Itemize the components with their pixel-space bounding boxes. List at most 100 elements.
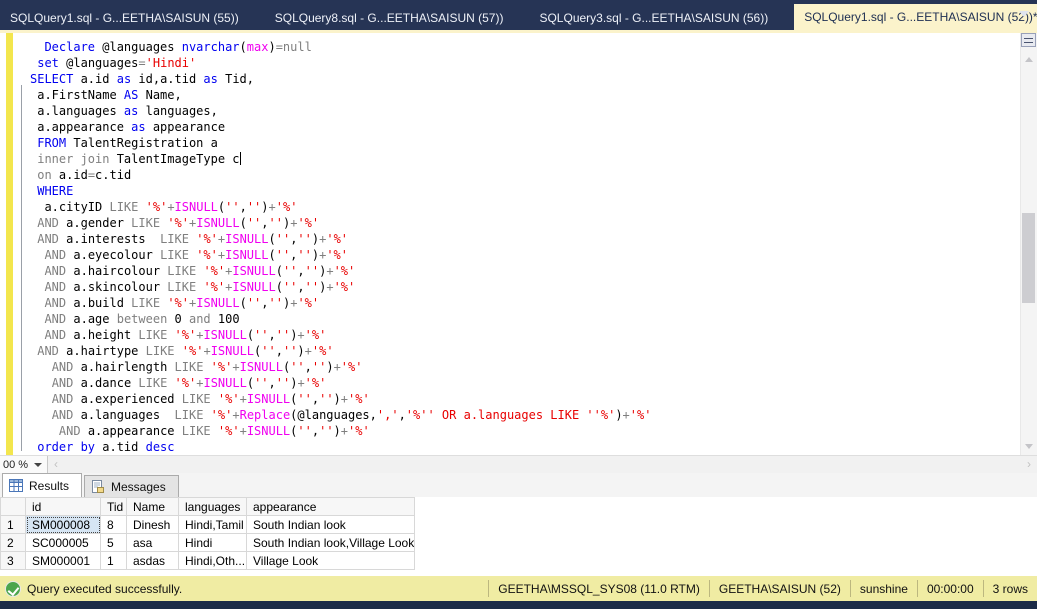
- scroll-right-icon[interactable]: ›: [1027, 457, 1031, 471]
- text-cursor: [239, 152, 241, 165]
- row-number-cell[interactable]: 1: [0, 515, 26, 534]
- code-line-11[interactable]: a.cityID LIKE '%'+ISNULL('','')+'%': [30, 199, 1019, 215]
- code-line-14[interactable]: AND a.eyecolour LIKE '%'+ISNULL('','')+'…: [30, 247, 1019, 263]
- column-header-id[interactable]: id: [25, 497, 101, 516]
- status-bar: Query executed successfully. GEETHA\MSSQ…: [0, 576, 1037, 601]
- code-line-8[interactable]: inner join TalentImageType c: [30, 151, 1019, 167]
- code-line-18[interactable]: AND a.age between 0 and 100: [30, 311, 1019, 327]
- document-tab-4[interactable]: SQLQuery1.sql - G...EETHA\SAISUN (52))*×: [794, 4, 1037, 30]
- code-line-15[interactable]: AND a.haircolour LIKE '%'+ISNULL('','')+…: [30, 263, 1019, 279]
- scroll-left-icon[interactable]: ‹: [54, 457, 58, 471]
- code-line-1[interactable]: Declare @languages nvarchar(max)=null: [30, 39, 1019, 55]
- window-bottom-strip: [0, 601, 1037, 609]
- document-tab-label: SQLQuery1.sql - G...EETHA\SAISUN (52))*: [804, 10, 1037, 24]
- document-tab-1[interactable]: SQLQuery1.sql - G...EETHA\SAISUN (55)): [0, 6, 249, 30]
- status-message: Query executed successfully.: [27, 581, 183, 596]
- scrollbar-thumb[interactable]: [1022, 213, 1035, 303]
- grid-cell[interactable]: Hindi,Tamil: [178, 515, 247, 534]
- grid-cell[interactable]: SC000005: [25, 533, 101, 552]
- status-right-group: GEETHA\MSSQL_SYS08 (11.0 RTM) GEETHA\SAIS…: [488, 576, 1037, 601]
- column-header-appearance[interactable]: appearance: [245, 497, 416, 516]
- code-line-16[interactable]: AND a.skincolour LIKE '%'+ISNULL('','')+…: [30, 279, 1019, 295]
- document-tab-label: SQLQuery1.sql - G...EETHA\SAISUN (55)): [10, 11, 239, 25]
- results-pane-tab-results[interactable]: Results: [2, 473, 83, 497]
- status-item-5: 3 rows: [982, 579, 1037, 598]
- messages-icon: [91, 479, 105, 494]
- document-tab-label: SQLQuery8.sql - G...EETHA\SAISUN (57)): [274, 11, 504, 25]
- results-grid-icon: [9, 479, 23, 492]
- code-line-2[interactable]: set @languages='Hindi': [30, 55, 1019, 71]
- grid-cell[interactable]: South Indian look,Village Look: [245, 533, 416, 552]
- grid-cell[interactable]: South Indian look: [245, 515, 416, 534]
- code-line-25[interactable]: AND a.appearance LIKE '%'+ISNULL('','')+…: [30, 423, 1019, 439]
- code-line-23[interactable]: AND a.experienced LIKE '%'+ISNULL('','')…: [30, 391, 1019, 407]
- code-line-17[interactable]: AND a.build LIKE '%'+ISNULL('','')+'%': [30, 295, 1019, 311]
- splitter-handle-icon[interactable]: [1021, 33, 1036, 47]
- table-row: 3 SM000001 1 asdas Hindi,Oth... Village Look: [0, 551, 416, 570]
- results-grid-area: id Tid Name languages appearance 1 SM000008 8 Di…: [0, 497, 1037, 576]
- code-line-22[interactable]: AND a.dance LIKE '%'+ISNULL('','')+'%': [30, 375, 1019, 391]
- code-line-4[interactable]: a.FirstName AS Name,: [30, 87, 1019, 103]
- code-line-7[interactable]: FROM TalentRegistration a: [30, 135, 1019, 151]
- grid-cell[interactable]: SM000001: [25, 551, 101, 570]
- code-line-19[interactable]: AND a.height LIKE '%'+ISNULL('','')+'%': [30, 327, 1019, 343]
- code-line-26[interactable]: order by a.tid desc: [30, 439, 1019, 455]
- editor-horizontal-scrollbar[interactable]: 00 % ‹ ›: [0, 455, 1037, 473]
- status-item-2: GEETHA\SAISUN (52): [708, 579, 850, 598]
- grid-cell[interactable]: Hindi,Oth...: [178, 551, 247, 570]
- code-line-21[interactable]: AND a.hairlength LIKE '%'+ISNULL('','')+…: [30, 359, 1019, 375]
- column-header-Tid[interactable]: Tid: [100, 497, 127, 516]
- grid-cell[interactable]: 1: [100, 551, 127, 570]
- query-success-check-icon: [5, 580, 21, 597]
- scroll-down-icon[interactable]: [1025, 444, 1033, 449]
- code-line-13[interactable]: AND a.interests LIKE '%'+ISNULL('','')+'…: [30, 231, 1019, 247]
- table-row: 1 SM000008 8 Dinesh Hindi,Tamil South Indian …: [0, 515, 416, 534]
- grid-corner-cell[interactable]: [0, 497, 26, 516]
- tab-overflow-chevron-down-icon[interactable]: [1019, 11, 1029, 17]
- code-line-20[interactable]: AND a.hairtype LIKE '%'+ISNULL('','')+'%…: [30, 343, 1019, 359]
- document-tab-3[interactable]: SQLQuery3.sql - G...EETHA\SAISUN (56)): [529, 6, 778, 30]
- scroll-up-icon[interactable]: [1025, 57, 1033, 62]
- grid-cell[interactable]: Dinesh: [126, 515, 179, 534]
- table-row: 2 SC000005 5 asa Hindi South Indian look,Vill…: [0, 533, 416, 552]
- grid-header-row: id Tid Name languages appearance: [0, 497, 416, 516]
- sql-editor[interactable]: Declare @languages nvarchar(max)=null se…: [0, 33, 1037, 455]
- results-grid[interactable]: id Tid Name languages appearance 1 SM000008 8 Di…: [0, 497, 416, 570]
- grid-cell[interactable]: SM000008: [25, 515, 101, 534]
- code-line-9[interactable]: on a.id=c.tid: [30, 167, 1019, 183]
- row-number-cell[interactable]: 2: [0, 533, 26, 552]
- zoom-dropdown-icon[interactable]: [34, 462, 43, 467]
- grid-cell[interactable]: 5: [100, 533, 127, 552]
- editor-vertical-scrollbar[interactable]: [1020, 33, 1037, 455]
- document-tab-bar: SQLQuery1.sql - G...EETHA\SAISUN (55)) SQ…: [0, 0, 1037, 30]
- grid-cell[interactable]: 8: [100, 515, 127, 534]
- code-area[interactable]: Declare @languages nvarchar(max)=null se…: [30, 39, 1019, 455]
- results-tab-label: Results: [29, 478, 70, 493]
- ssms-window: SQLQuery1.sql - G...EETHA\SAISUN (55)) SQ…: [0, 0, 1037, 609]
- code-line-10[interactable]: WHERE: [30, 183, 1019, 199]
- document-tab-label: SQLQuery3.sql - G...EETHA\SAISUN (56)): [539, 11, 769, 25]
- change-tracking-bar: [6, 33, 13, 455]
- fold-region-line: [21, 85, 22, 451]
- grid-cell[interactable]: Village Look: [245, 551, 416, 570]
- grid-cell[interactable]: asdas: [126, 551, 179, 570]
- status-item-1: GEETHA\MSSQL_SYS08 (11.0 RTM): [488, 579, 709, 598]
- results-tab-label: Messages: [111, 479, 166, 494]
- status-item-3: sunshine: [849, 579, 917, 598]
- grid-cell[interactable]: Hindi: [178, 533, 247, 552]
- code-line-3[interactable]: -SELECT a.id as id,a.tid as Tid,: [30, 71, 1019, 87]
- editor-zoom-combo[interactable]: 00 %: [0, 456, 48, 473]
- code-line-6[interactable]: a.appearance as appearance: [30, 119, 1019, 135]
- row-number-cell[interactable]: 3: [0, 551, 26, 570]
- code-line-24[interactable]: AND a.languages LIKE '%'+Replace(@langua…: [30, 407, 1019, 423]
- grid-cell[interactable]: asa: [126, 533, 179, 552]
- results-pane-tabs: Results Messages: [0, 473, 1037, 497]
- code-line-12[interactable]: AND a.gender LIKE '%'+ISNULL('','')+'%': [30, 215, 1019, 231]
- results-pane-tab-messages[interactable]: Messages: [84, 475, 179, 497]
- zoom-level-label: 00 %: [3, 458, 29, 471]
- document-tabs: SQLQuery1.sql - G...EETHA\SAISUN (55)) SQ…: [0, 0, 1037, 30]
- document-tab-2[interactable]: SQLQuery8.sql - G...EETHA\SAISUN (57)): [265, 6, 514, 30]
- column-header-Name[interactable]: Name: [126, 497, 179, 516]
- code-line-5[interactable]: a.languages as languages,: [30, 103, 1019, 119]
- column-header-languages[interactable]: languages: [178, 497, 247, 516]
